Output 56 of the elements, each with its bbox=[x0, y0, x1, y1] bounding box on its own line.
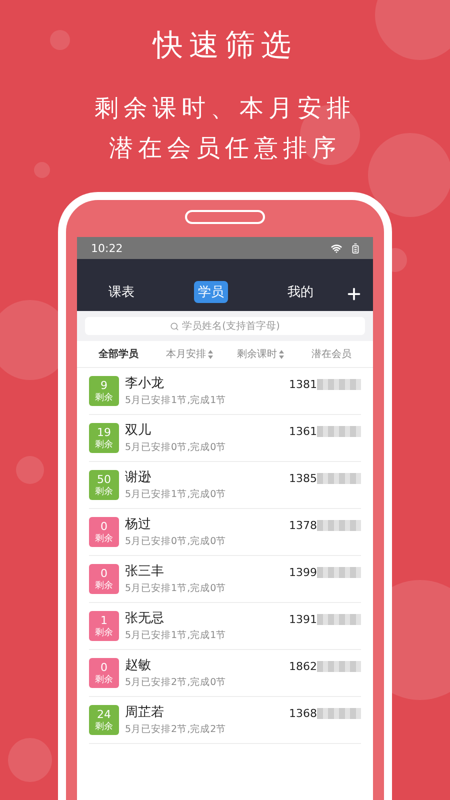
schedule-text: 5月已安排0节,完成0节 bbox=[125, 441, 228, 454]
pixelated-mask bbox=[317, 614, 361, 625]
schedule-text: 5月已安排1节,完成0节 bbox=[125, 488, 228, 501]
remaining-badge: 1 剩余 bbox=[89, 611, 119, 641]
subtitle: 剩余课时、本月安排 bbox=[94, 93, 356, 124]
tab[interactable]: 课表 bbox=[77, 281, 166, 303]
subtitle: 潜在会员任意排序 bbox=[109, 133, 341, 164]
remaining-badge: 0 剩余 bbox=[89, 564, 119, 594]
wifi-icon bbox=[331, 242, 342, 254]
student-name: 张三丰 bbox=[125, 564, 165, 579]
tab[interactable]: 学员 bbox=[166, 281, 256, 303]
schedule-text: 5月已安排2节,完成2节 bbox=[125, 723, 228, 736]
phone-number: 1381 bbox=[289, 378, 317, 391]
status-time: 10:22 bbox=[91, 242, 123, 254]
tab[interactable]: 我的 bbox=[256, 281, 345, 303]
remaining-badge: 50 剩余 bbox=[89, 470, 119, 500]
phone-number: 1385 bbox=[289, 472, 317, 485]
filter-tab[interactable]: 潜在会员 bbox=[296, 347, 367, 361]
pixelated-mask bbox=[317, 567, 361, 578]
pixelated-mask bbox=[317, 473, 361, 484]
student-name: 李小龙 bbox=[125, 376, 165, 391]
pixelated-mask bbox=[317, 379, 361, 390]
student-name: 杨过 bbox=[125, 517, 152, 532]
student-name: 张无忌 bbox=[125, 611, 165, 626]
phone-number: 1391 bbox=[289, 613, 317, 626]
remaining-badge: 24 剩余 bbox=[89, 705, 119, 735]
schedule-text: 5月已安排2节,完成0节 bbox=[125, 676, 228, 689]
phone-number: 1368 bbox=[289, 707, 317, 720]
schedule-text: 5月已安排1节,完成1节 bbox=[125, 629, 228, 642]
remaining-badge: 0 剩余 bbox=[89, 658, 119, 688]
pixelated-mask bbox=[317, 426, 361, 437]
filter-tab[interactable]: 剩余课时 bbox=[225, 347, 296, 361]
pixelated-mask bbox=[317, 661, 361, 672]
battery-icon bbox=[350, 242, 361, 254]
pixelated-mask bbox=[317, 520, 361, 531]
filter-tab[interactable]: 全部学员 bbox=[83, 347, 154, 361]
search-field[interactable]: 学员姓名(支持首字母) bbox=[85, 317, 365, 335]
student-name: 赵敏 bbox=[125, 658, 152, 673]
filter-tab[interactable]: 本月安排 bbox=[154, 347, 225, 361]
remaining-badge: 0 剩余 bbox=[89, 517, 119, 547]
student-name: 周芷若 bbox=[125, 705, 165, 720]
schedule-text: 5月已安排1节,完成0节 bbox=[125, 582, 228, 595]
student-name: 谢逊 bbox=[125, 470, 152, 485]
pixelated-mask bbox=[317, 708, 361, 719]
phone-number: 1361 bbox=[289, 425, 317, 438]
phone-number: 1862 bbox=[289, 660, 317, 673]
schedule-text: 5月已安排0节,完成0节 bbox=[125, 535, 228, 548]
search-placeholder: 学员姓名(支持首字母) bbox=[182, 320, 280, 333]
phone-number: 1399 bbox=[289, 566, 317, 579]
remaining-badge: 19 剩余 bbox=[89, 423, 119, 453]
remaining-badge: 9 剩余 bbox=[89, 376, 119, 406]
student-name: 双儿 bbox=[125, 423, 152, 438]
headline: 快速筛选 bbox=[153, 27, 297, 65]
search-icon bbox=[170, 322, 180, 330]
phone-number: 1378 bbox=[289, 519, 317, 532]
schedule-text: 5月已安排1节,完成1节 bbox=[125, 394, 228, 407]
